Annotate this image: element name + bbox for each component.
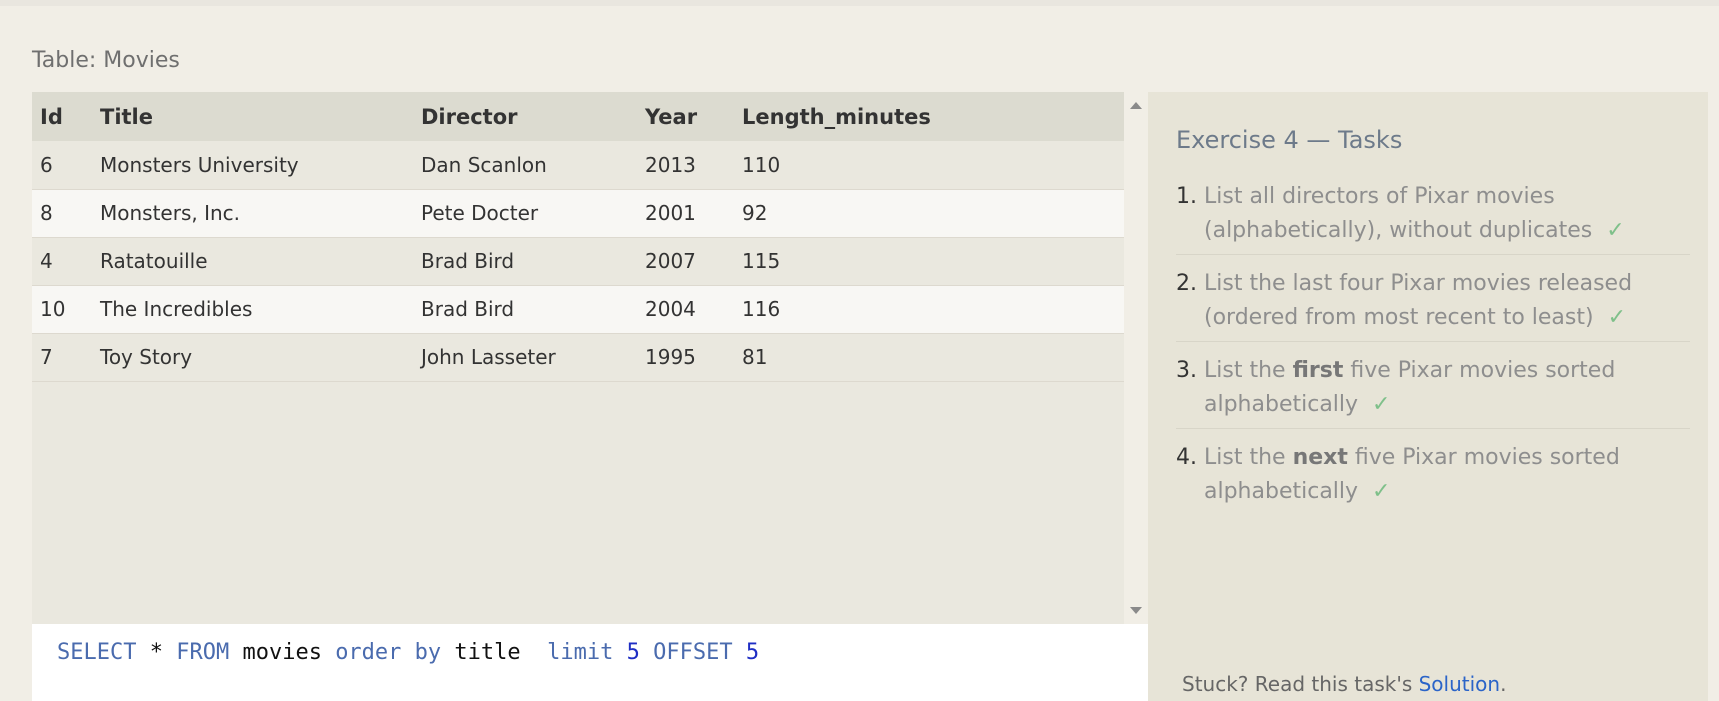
task-number: 4. — [1176, 445, 1197, 470]
task-text-part: List the last four Pixar movies released… — [1204, 271, 1633, 330]
table-row: 7 Toy Story John Lasseter 1995 81 — [32, 333, 1124, 382]
task-item: 2. List the last four Pixar movies releas… — [1176, 263, 1690, 342]
cell-title: The Incredibles — [92, 285, 413, 334]
task-number: 2. — [1176, 271, 1197, 296]
cell-director: Brad Bird — [413, 237, 637, 286]
column-header-length: Length_minutes — [734, 92, 1124, 141]
cell-title: Monsters University — [92, 141, 413, 190]
sql-keyword: order by — [335, 640, 442, 665]
tasks-panel: Exercise 4 — Tasks 1. List all directors … — [1148, 92, 1708, 701]
cell-year: 1995 — [637, 333, 734, 382]
cell-id: 10 — [32, 285, 92, 334]
solution-link[interactable]: Solution — [1419, 672, 1500, 696]
checkmark-icon: ✓ — [1372, 479, 1391, 504]
task-text: List the next five Pixar movies sorted a… — [1204, 441, 1690, 509]
task-item: 3. List the first five Pixar movies sorte… — [1176, 350, 1690, 429]
table-header-row: Id Title Director Year Length_minutes — [32, 92, 1124, 141]
cell-length: 92 — [734, 189, 1124, 238]
sql-identifier: * — [136, 640, 177, 665]
task-text: List all directors of Pixar movies (alph… — [1204, 180, 1690, 248]
cell-title: Monsters, Inc. — [92, 189, 413, 238]
sql-identifier — [640, 640, 653, 665]
table-row: 4 Ratatouille Brad Bird 2007 115 — [32, 237, 1124, 286]
cell-length: 81 — [734, 333, 1124, 382]
sql-identifier — [613, 640, 626, 665]
task-item: 1. List all directors of Pixar movies (al… — [1176, 176, 1690, 255]
cell-length: 116 — [734, 285, 1124, 334]
column-header-id: Id — [32, 92, 92, 141]
cell-length: 110 — [734, 141, 1124, 190]
task-emphasis: first — [1292, 358, 1344, 383]
cell-year: 2007 — [637, 237, 734, 286]
cell-director: Brad Bird — [413, 285, 637, 334]
cell-id: 4 — [32, 237, 92, 286]
checkmark-icon: ✓ — [1607, 305, 1627, 330]
task-list: 1. List all directors of Pixar movies (al… — [1176, 176, 1690, 523]
task-text: List the first five Pixar movies sorted … — [1204, 354, 1690, 422]
cell-director: Pete Docter — [413, 189, 637, 238]
scroll-down-arrow-icon[interactable] — [1130, 607, 1142, 614]
checkmark-icon: ✓ — [1372, 392, 1391, 417]
task-item: 4. List the next five Pixar movies sorted… — [1176, 437, 1690, 515]
sql-identifier: title — [441, 640, 548, 665]
table-row: 8 Monsters, Inc. Pete Docter 2001 92 — [32, 189, 1124, 238]
task-text-part: List the — [1204, 358, 1293, 383]
checkmark-icon: ✓ — [1606, 218, 1625, 243]
results-table-panel: Id Title Director Year Length_minutes 6M… — [32, 92, 1124, 624]
cell-year: 2001 — [637, 189, 734, 238]
sql-identifier — [733, 640, 746, 665]
sql-keyword: OFFSET — [653, 640, 733, 665]
task-emphasis: next — [1292, 445, 1348, 470]
sql-identifier: movies — [229, 640, 336, 665]
cell-id: 6 — [32, 141, 92, 190]
sql-number: 5 — [745, 640, 760, 665]
cell-title: Toy Story — [92, 333, 413, 382]
sql-keyword: FROM — [176, 640, 230, 665]
sql-editor[interactable]: SELECT * FROM movies order by title limi… — [32, 624, 1148, 701]
task-text: List the last four Pixar movies released… — [1204, 267, 1690, 335]
sql-number: 5 — [626, 640, 640, 665]
task-text-part: List the — [1204, 445, 1293, 470]
sql-query-text[interactable]: SELECT * FROM movies order by title limi… — [57, 640, 759, 665]
sql-keyword: SELECT — [57, 640, 137, 665]
table-row: 10 The Incredibles Brad Bird 2004 116 — [32, 285, 1124, 334]
cell-director: Dan Scanlon — [413, 141, 637, 190]
tasks-title: Exercise 4 — Tasks — [1176, 126, 1403, 154]
cell-year: 2013 — [637, 141, 734, 190]
task-number: 3. — [1176, 358, 1197, 383]
cell-year: 2004 — [637, 285, 734, 334]
cell-id: 7 — [32, 333, 92, 382]
top-bar — [0, 0, 1719, 6]
stuck-prefix: Stuck? Read this task's — [1182, 672, 1419, 696]
scroll-up-arrow-icon[interactable] — [1130, 102, 1142, 109]
cell-title: Ratatouille — [92, 237, 413, 286]
column-header-director: Director — [413, 92, 637, 141]
column-header-year: Year — [637, 92, 734, 141]
column-header-title: Title — [92, 92, 413, 141]
table-row: 6 Monsters University Dan Scanlon 2013 110 — [32, 141, 1124, 190]
stuck-hint: Stuck? Read this task's Solution. — [1182, 672, 1506, 696]
sql-keyword: limit — [547, 640, 614, 665]
cell-director: John Lasseter — [413, 333, 637, 382]
cell-id: 8 — [32, 189, 92, 238]
cell-length: 115 — [734, 237, 1124, 286]
stuck-suffix: . — [1500, 672, 1507, 696]
task-number: 1. — [1176, 184, 1197, 209]
task-text-part: List all directors of Pixar movies (alph… — [1204, 184, 1593, 243]
results-scrollbar[interactable] — [1124, 92, 1148, 624]
table-caption: Table: Movies — [32, 48, 180, 73]
results-table: Id Title Director Year Length_minutes 6M… — [32, 92, 1124, 382]
